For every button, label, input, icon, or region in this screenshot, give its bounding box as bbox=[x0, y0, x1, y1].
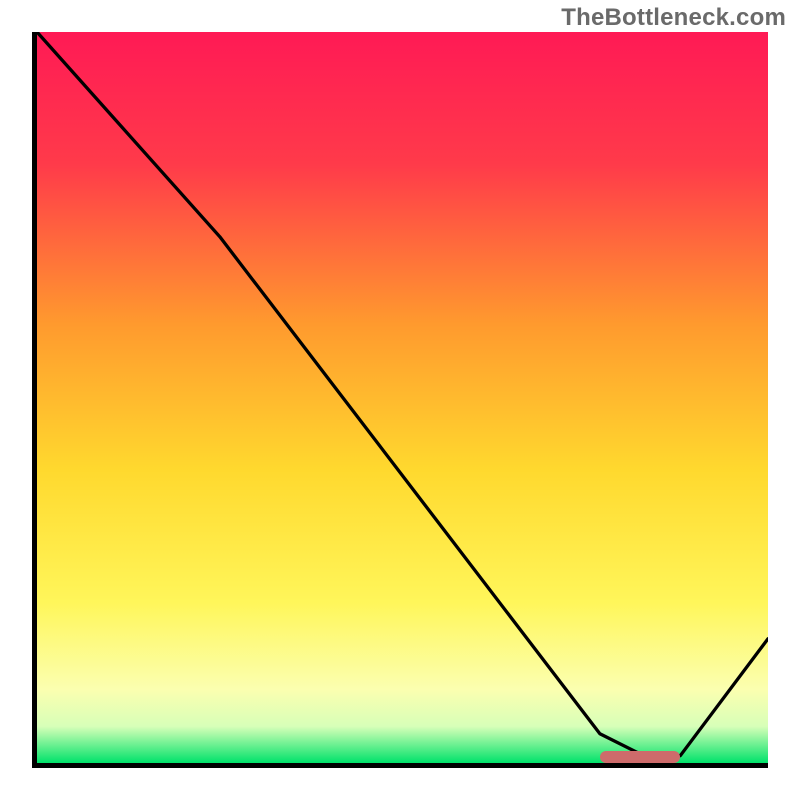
plot-area bbox=[32, 32, 768, 768]
watermark-text: TheBottleneck.com bbox=[561, 4, 786, 32]
optimal-range-marker bbox=[600, 751, 680, 763]
bottleneck-curve-path bbox=[37, 32, 768, 756]
plot-inner bbox=[37, 32, 768, 763]
chart-container: TheBottleneck.com bbox=[0, 0, 800, 800]
curve-layer bbox=[37, 32, 768, 763]
